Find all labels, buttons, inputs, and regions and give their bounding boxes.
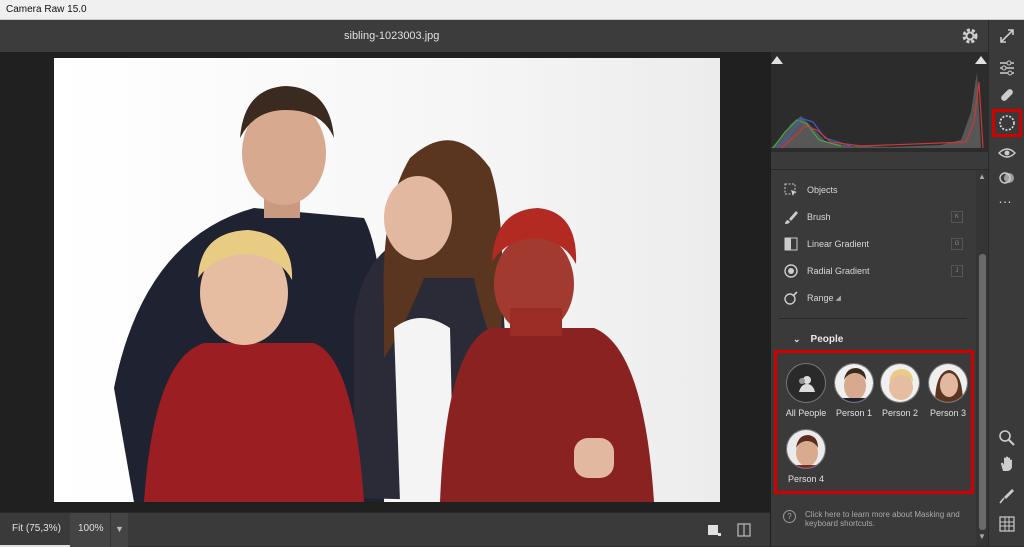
- healing-icon[interactable]: [997, 85, 1017, 105]
- tools-divider: [779, 318, 967, 319]
- range-icon: [784, 291, 798, 305]
- histogram: [771, 52, 989, 152]
- red-eye-icon[interactable]: [997, 142, 1017, 162]
- person-4-button[interactable]: Person 4: [781, 429, 831, 484]
- person-label: Person 4: [787, 474, 825, 484]
- hand-icon[interactable]: [997, 454, 1017, 474]
- person-2-button[interactable]: Person 2: [875, 363, 925, 418]
- edit-sliders-icon[interactable]: [997, 58, 1017, 78]
- tool-label: Range: [807, 293, 834, 303]
- people-heading: People: [810, 334, 844, 345]
- top-bar: sibling-1023003.jpg: [0, 20, 988, 52]
- all-people-avatar: [786, 363, 826, 403]
- tool-radial-gradient[interactable]: Radial Gradient J: [783, 261, 963, 281]
- file-name: sibling-1023003.jpg: [344, 30, 440, 42]
- grid-icon[interactable]: [997, 514, 1017, 534]
- chevron-down-icon: ⌄: [793, 334, 801, 344]
- window-title-bar: Camera Raw 15.0: [0, 0, 1024, 20]
- person-3-button[interactable]: Person 3: [923, 363, 973, 418]
- all-people-button[interactable]: All People: [781, 363, 831, 418]
- tool-objects[interactable]: Objects: [783, 180, 963, 200]
- masking-icon: [999, 115, 1015, 131]
- before-after-icon[interactable]: [736, 522, 752, 538]
- person-label: Person 2: [881, 408, 919, 418]
- bottom-bar: Fit (75,3%) 100% ▼: [0, 512, 770, 547]
- panel-separator: [771, 152, 989, 170]
- shortcut-hint: J: [951, 265, 963, 277]
- app-title: Camera Raw 15.0: [6, 4, 87, 15]
- tool-label: Linear Gradient: [807, 239, 870, 249]
- people-icon: [799, 376, 815, 392]
- tool-label: Radial Gradient: [807, 266, 870, 276]
- scroll-down-icon[interactable]: ▼: [978, 532, 986, 541]
- tool-linear-gradient[interactable]: Linear Gradient G: [783, 234, 963, 254]
- shortcut-hint: G: [951, 238, 963, 250]
- fit-zoom-button[interactable]: Fit (75,3%): [0, 513, 73, 547]
- help-icon: ?: [783, 510, 796, 523]
- brush-icon: [785, 211, 798, 224]
- person-label: All People: [785, 408, 827, 418]
- masking-help-link[interactable]: ? Click here to learn more about Masking…: [783, 510, 969, 528]
- scrollbar-thumb[interactable]: [979, 254, 986, 530]
- people-highlight-box: All People Person 1 Person 2 Person 3 Pe…: [774, 350, 974, 494]
- tool-brush[interactable]: Brush K: [783, 207, 963, 227]
- range-expand-icon: ◢: [835, 295, 841, 302]
- photo-preview[interactable]: [54, 58, 720, 502]
- objects-icon: [784, 183, 797, 196]
- chevron-down-icon[interactable]: ▼: [110, 513, 128, 547]
- person-3-avatar: [928, 363, 968, 403]
- linear-gradient-icon: [784, 237, 798, 251]
- expand-icon[interactable]: [997, 26, 1017, 46]
- tool-label: Objects: [807, 185, 838, 195]
- gear-icon[interactable]: [960, 26, 980, 46]
- people-section-header[interactable]: ⌄ People: [793, 334, 843, 345]
- person-label: Person 1: [835, 408, 873, 418]
- mask-overlay-toggle-icon[interactable]: [706, 522, 722, 538]
- zoom-icon[interactable]: [997, 428, 1017, 448]
- tool-range[interactable]: Range ◢: [783, 288, 963, 308]
- eyedropper-icon[interactable]: [997, 486, 1017, 506]
- family-photo: [114, 86, 654, 502]
- scroll-up-icon[interactable]: ▲: [978, 172, 986, 181]
- shortcut-hint: K: [951, 211, 963, 223]
- tool-strip: …: [988, 20, 1024, 546]
- person-1-button[interactable]: Person 1: [829, 363, 879, 418]
- tool-label: Brush: [807, 212, 831, 222]
- help-text: Click here to learn more about Masking a…: [805, 510, 960, 528]
- person-1-avatar: [834, 363, 874, 403]
- presets-icon[interactable]: [997, 168, 1017, 188]
- masking-panel: Objects Brush K Linear Gradient G Radial…: [770, 52, 989, 546]
- person-4-avatar: [786, 429, 826, 469]
- more-icon[interactable]: …: [998, 190, 1013, 206]
- zoom-100-button[interactable]: 100%: [70, 513, 112, 547]
- radial-gradient-icon: [784, 264, 798, 278]
- person-label: Person 3: [929, 408, 967, 418]
- image-canvas[interactable]: [0, 52, 770, 512]
- masking-tool-highlight[interactable]: [992, 109, 1022, 137]
- person-2-avatar: [880, 363, 920, 403]
